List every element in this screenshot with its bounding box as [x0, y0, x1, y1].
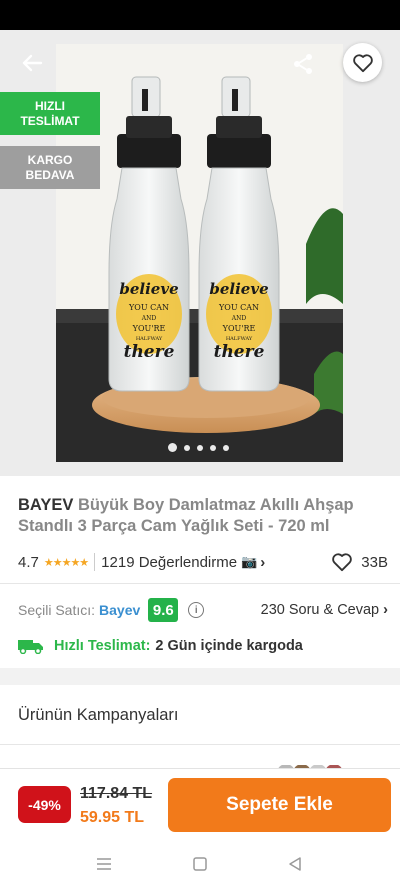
divider: [94, 553, 96, 571]
qa-link[interactable]: 230 Soru & Cevap ›: [261, 602, 388, 618]
system-nav-bar: [0, 840, 400, 888]
free-cargo-badge-label: KARGO BEDAVA: [25, 152, 75, 182]
back-triangle-icon: [289, 857, 301, 871]
product-title: BAYEV Büyük Boy Damlatmaz Akıllı Ahşap S…: [18, 495, 388, 537]
pagination-dot[interactable]: [210, 444, 216, 451]
seller-row: Seçili Satıcı: Bayev 9.6 i 230 Soru & Ce…: [18, 597, 388, 623]
old-price: 117.84 TL: [80, 785, 153, 802]
like-count-value: 33B: [361, 553, 388, 571]
fast-delivery-label: Hızlı Teslimat:: [54, 638, 151, 654]
back-arrow-icon: [22, 54, 43, 72]
image-text-there-1: there: [124, 342, 175, 362]
seller-name-link[interactable]: Bayev: [99, 602, 140, 618]
add-to-cart-button[interactable]: Sepete Ekle: [168, 778, 391, 832]
fast-delivery-badge: HIZLI TESLİMAT: [0, 92, 100, 135]
nav-back-button[interactable]: [285, 854, 305, 874]
menu-button[interactable]: [94, 854, 114, 874]
campaigns-title: Ürünün Kampanyaları: [18, 706, 179, 724]
image-text-and-2: AND: [231, 315, 247, 322]
pagination-dot[interactable]: [184, 444, 190, 451]
home-button[interactable]: [190, 854, 210, 874]
back-button[interactable]: [14, 48, 50, 78]
status-bar: [0, 0, 400, 30]
seller-score-badge: 9.6: [148, 598, 179, 622]
like-count[interactable]: 33B: [331, 552, 388, 572]
pagination-dot[interactable]: [197, 444, 203, 451]
rating-row: 4.7 ★★★★★ 1219 Değerlendirme 📷 › 33B: [18, 552, 388, 572]
pagination-dot[interactable]: [168, 443, 177, 452]
seller-label: Seçili Satıcı:: [18, 602, 96, 618]
info-icon[interactable]: i: [188, 602, 205, 618]
gallery-pagination[interactable]: [168, 443, 229, 452]
image-text-youre-2: YOU'RE: [222, 324, 256, 333]
campaign-item-peek[interactable]: [18, 760, 388, 768]
share-button[interactable]: [285, 46, 321, 82]
discount-badge: -49%: [18, 786, 71, 823]
home-square-icon: [193, 857, 207, 871]
heart-icon: [352, 53, 373, 72]
heart-icon: [332, 553, 353, 572]
fast-delivery-badge-label: HIZLI TESLİMAT: [20, 98, 80, 128]
image-text-and-1: AND: [141, 315, 157, 322]
delivery-row: Hızlı Teslimat: 2 Gün içinde kargoda: [18, 636, 303, 656]
section-separator: [0, 668, 400, 685]
image-text-believe-1: believe: [119, 280, 178, 298]
share-icon: [294, 54, 312, 74]
image-text-youre-1: YOU'RE: [132, 324, 166, 333]
camera-icon: 📷: [241, 554, 258, 569]
divider: [0, 744, 400, 745]
qa-link-label: 230 Soru & Cevap: [260, 602, 380, 618]
chevron-right-icon: ›: [383, 602, 388, 618]
image-text-believe-2: believe: [209, 280, 268, 298]
purchase-bar: -49% 117.84 TL 59.95 TL Sepete Ekle: [0, 768, 400, 840]
free-cargo-badge: KARGO BEDAVA: [0, 146, 100, 189]
chevron-right-icon: ›: [260, 553, 266, 571]
rating-stars: ★★★★★: [43, 556, 89, 569]
review-count-link[interactable]: 1219 Değerlendirme: [101, 554, 237, 571]
menu-icon: [97, 858, 111, 870]
image-text-you-can-2: YOU CAN: [218, 303, 259, 312]
image-text-you-can-1: YOU CAN: [128, 303, 169, 312]
truck-icon: [18, 640, 43, 654]
divider: [0, 583, 400, 584]
product-brand[interactable]: BAYEV: [18, 496, 73, 514]
pagination-dot[interactable]: [223, 444, 229, 451]
current-price: 59.95 TL: [80, 809, 145, 826]
image-text-there-2: there: [214, 342, 265, 362]
rating-score: 4.7: [18, 553, 39, 571]
delivery-text: 2 Gün içinde kargoda: [155, 638, 303, 654]
product-image-gallery[interactable]: believe YOU CAN AND YOU'RE HALFWAY there…: [0, 30, 400, 476]
favorite-button[interactable]: [343, 43, 382, 82]
